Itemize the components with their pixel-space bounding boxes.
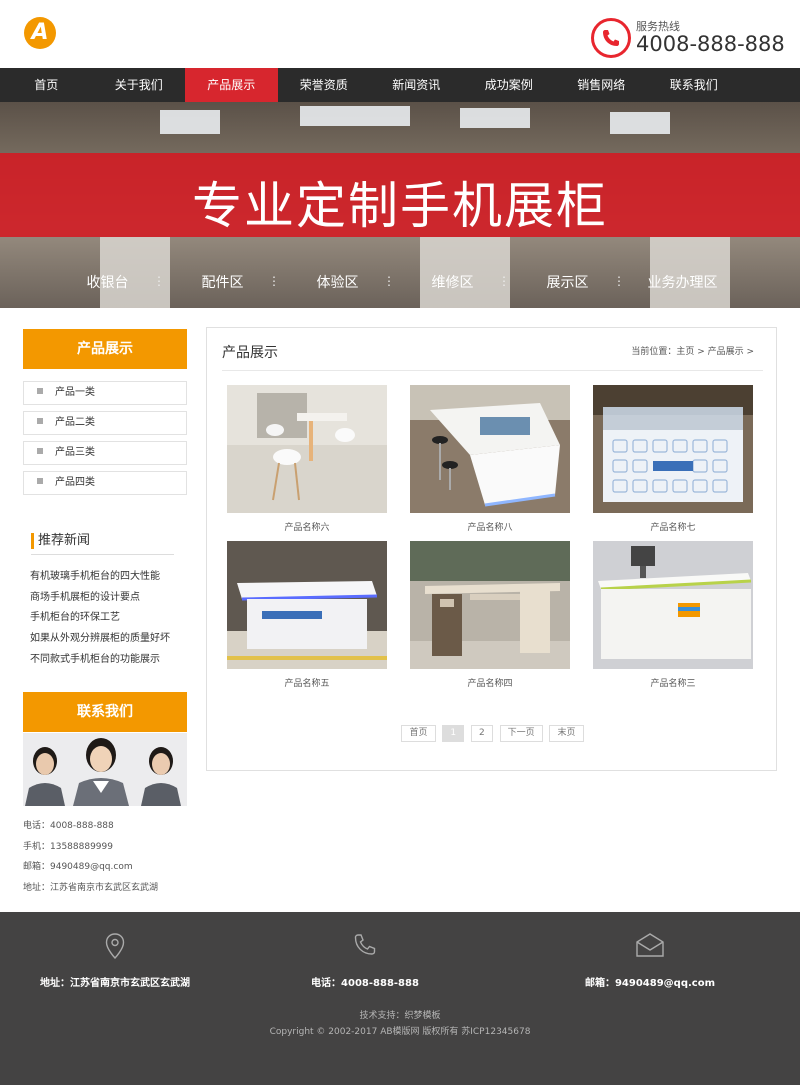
product-name[interactable]: 产品名称五: [227, 676, 387, 689]
store-sign-image: [460, 108, 530, 128]
phone-icon: [591, 18, 631, 58]
product-image[interactable]: [410, 385, 570, 513]
bullet-icon: [37, 478, 43, 484]
category-item[interactable]: 产品一类: [23, 381, 187, 405]
pager-page-1[interactable]: 1: [442, 725, 465, 742]
main-nav: 首页 关于我们 产品展示 荣誉资质 新闻资讯 成功案例 销售网络 联系我们: [0, 68, 800, 102]
nav-item-home[interactable]: 首页: [0, 68, 93, 102]
news-link[interactable]: 手机柜台的环保工艺: [30, 608, 190, 629]
news-link[interactable]: 不同款式手机柜台的功能展示: [30, 650, 190, 671]
product-image[interactable]: [227, 385, 387, 513]
product-image[interactable]: [593, 541, 753, 669]
site-header: A 服务热线 4008-888-888: [0, 0, 800, 68]
mail-icon: [535, 932, 765, 962]
hero-banner: 专业定制手机展柜 收银台 ⋮ 配件区 ⋮ 体验区 ⋮ 维修区 ⋮ 展示区 ⋮ 业务办理区: [0, 102, 800, 308]
phone-handset-icon: [250, 932, 480, 962]
footer-phone: 电话：4008-888-888: [250, 932, 480, 989]
pager-next[interactable]: 下一页: [499, 725, 543, 742]
contact-mobile: 手机：13588889999: [23, 841, 113, 852]
logo-icon[interactable]: A: [24, 17, 56, 49]
product-name[interactable]: 产品名称七: [593, 520, 753, 533]
banner-area-label: 展示区 ⋮: [546, 274, 626, 291]
banner-area-label: 维修区 ⋮: [431, 274, 511, 291]
product-card[interactable]: 产品名称三: [593, 541, 753, 689]
category-item[interactable]: 产品二类: [23, 411, 187, 435]
nav-item-products[interactable]: 产品展示: [185, 68, 278, 102]
news-list: 有机玻璃手机柜台的四大性能 商场手机展柜的设计要点 手机柜台的环保工艺 如果从外…: [30, 567, 190, 670]
location-icon: [0, 932, 230, 962]
product-card[interactable]: 产品名称六: [227, 385, 387, 533]
nav-item-sales-network[interactable]: 销售网络: [555, 68, 648, 102]
product-card[interactable]: 产品名称七: [593, 385, 753, 533]
category-item[interactable]: 产品三类: [23, 441, 187, 465]
contact-address: 地址：江苏省南京市玄武区玄武湖: [23, 883, 159, 894]
store-sign-image: [300, 106, 410, 126]
footer-tech-support[interactable]: 技术支持：织梦模板: [0, 1008, 800, 1021]
nav-item-contact[interactable]: 联系我们: [648, 68, 741, 102]
nav-item-cases[interactable]: 成功案例: [463, 68, 556, 102]
news-link[interactable]: 有机玻璃手机柜台的四大性能: [30, 567, 190, 588]
pager-first[interactable]: 首页: [401, 725, 436, 742]
sidebar-products-title: 产品展示: [23, 329, 187, 369]
banner-area-label: 配件区 ⋮: [201, 274, 281, 291]
news-link[interactable]: 商场手机展柜的设计要点: [30, 588, 190, 609]
product-name[interactable]: 产品名称四: [410, 676, 570, 689]
pager-page-2[interactable]: 2: [470, 725, 493, 742]
breadcrumb[interactable]: 当前位置：主页 > 产品展示 >: [631, 344, 754, 357]
product-name[interactable]: 产品名称八: [410, 520, 570, 533]
product-card[interactable]: 产品名称五: [227, 541, 387, 689]
product-card[interactable]: 产品名称四: [410, 541, 570, 689]
product-name[interactable]: 产品名称三: [593, 676, 753, 689]
page-title: 产品展示: [222, 345, 278, 361]
sidebar-contact-info: 电话：4008-888-888 手机：13588889999 邮箱：949048…: [23, 819, 158, 902]
banner-title: 专业定制手机展柜: [192, 177, 608, 235]
banner-area-label: 业务办理区: [647, 275, 718, 291]
product-image[interactable]: [410, 541, 570, 669]
nav-item-about[interactable]: 关于我们: [93, 68, 186, 102]
bullet-icon: [37, 418, 43, 424]
footer-address: 地址：江苏省南京市玄武区玄武湖: [0, 932, 230, 989]
product-image[interactable]: [593, 385, 753, 513]
banner-area-label: 体验区 ⋮: [316, 274, 396, 291]
nav-item-news[interactable]: 新闻资讯: [370, 68, 463, 102]
divider: [31, 554, 174, 555]
news-section-title: 推荐新闻: [31, 533, 90, 549]
product-image[interactable]: [227, 541, 387, 669]
site-footer: 地址：江苏省南京市玄武区玄武湖 电话：4008-888-888 邮箱：94904…: [0, 912, 800, 1085]
footer-email: 邮箱：9490489@qq.com: [535, 932, 765, 989]
news-link[interactable]: 如果从外观分辨展柜的质量好坏: [30, 629, 190, 650]
store-sign-image: [610, 112, 670, 134]
hotline-number: 4008-888-888: [636, 32, 785, 56]
category-item[interactable]: 产品四类: [23, 471, 187, 495]
store-sign-image: [160, 110, 220, 134]
bullet-icon: [37, 388, 43, 394]
footer-copyright: Copyright © 2002-2017 AB模版网 版权所有 苏ICP123…: [269, 1027, 531, 1037]
banner-area-labels: 收银台 ⋮ 配件区 ⋮ 体验区 ⋮ 维修区 ⋮ 展示区 ⋮ 业务办理区: [50, 272, 800, 292]
pagination: 首页 1 2 下一页 末页: [207, 725, 778, 742]
nav-item-honors[interactable]: 荣誉资质: [278, 68, 371, 102]
banner-area-label: 收银台 ⋮: [86, 274, 166, 291]
contact-email: 邮箱：9490489@qq.com: [23, 862, 133, 873]
contact-phone: 电话：4008-888-888: [23, 821, 114, 831]
divider: [222, 370, 763, 371]
bullet-icon: [37, 448, 43, 454]
product-card[interactable]: 产品名称八: [410, 385, 570, 533]
product-name[interactable]: 产品名称六: [227, 520, 387, 533]
sidebar-contact-title: 联系我们: [23, 692, 187, 732]
customer-service-photo: [23, 733, 187, 806]
pager-last[interactable]: 末页: [549, 725, 584, 742]
product-panel: 产品展示 当前位置：主页 > 产品展示 > 产品名称六 产品名称八 产品名称七 …: [206, 327, 777, 771]
category-list: 产品一类 产品二类 产品三类 产品四类: [23, 381, 187, 501]
